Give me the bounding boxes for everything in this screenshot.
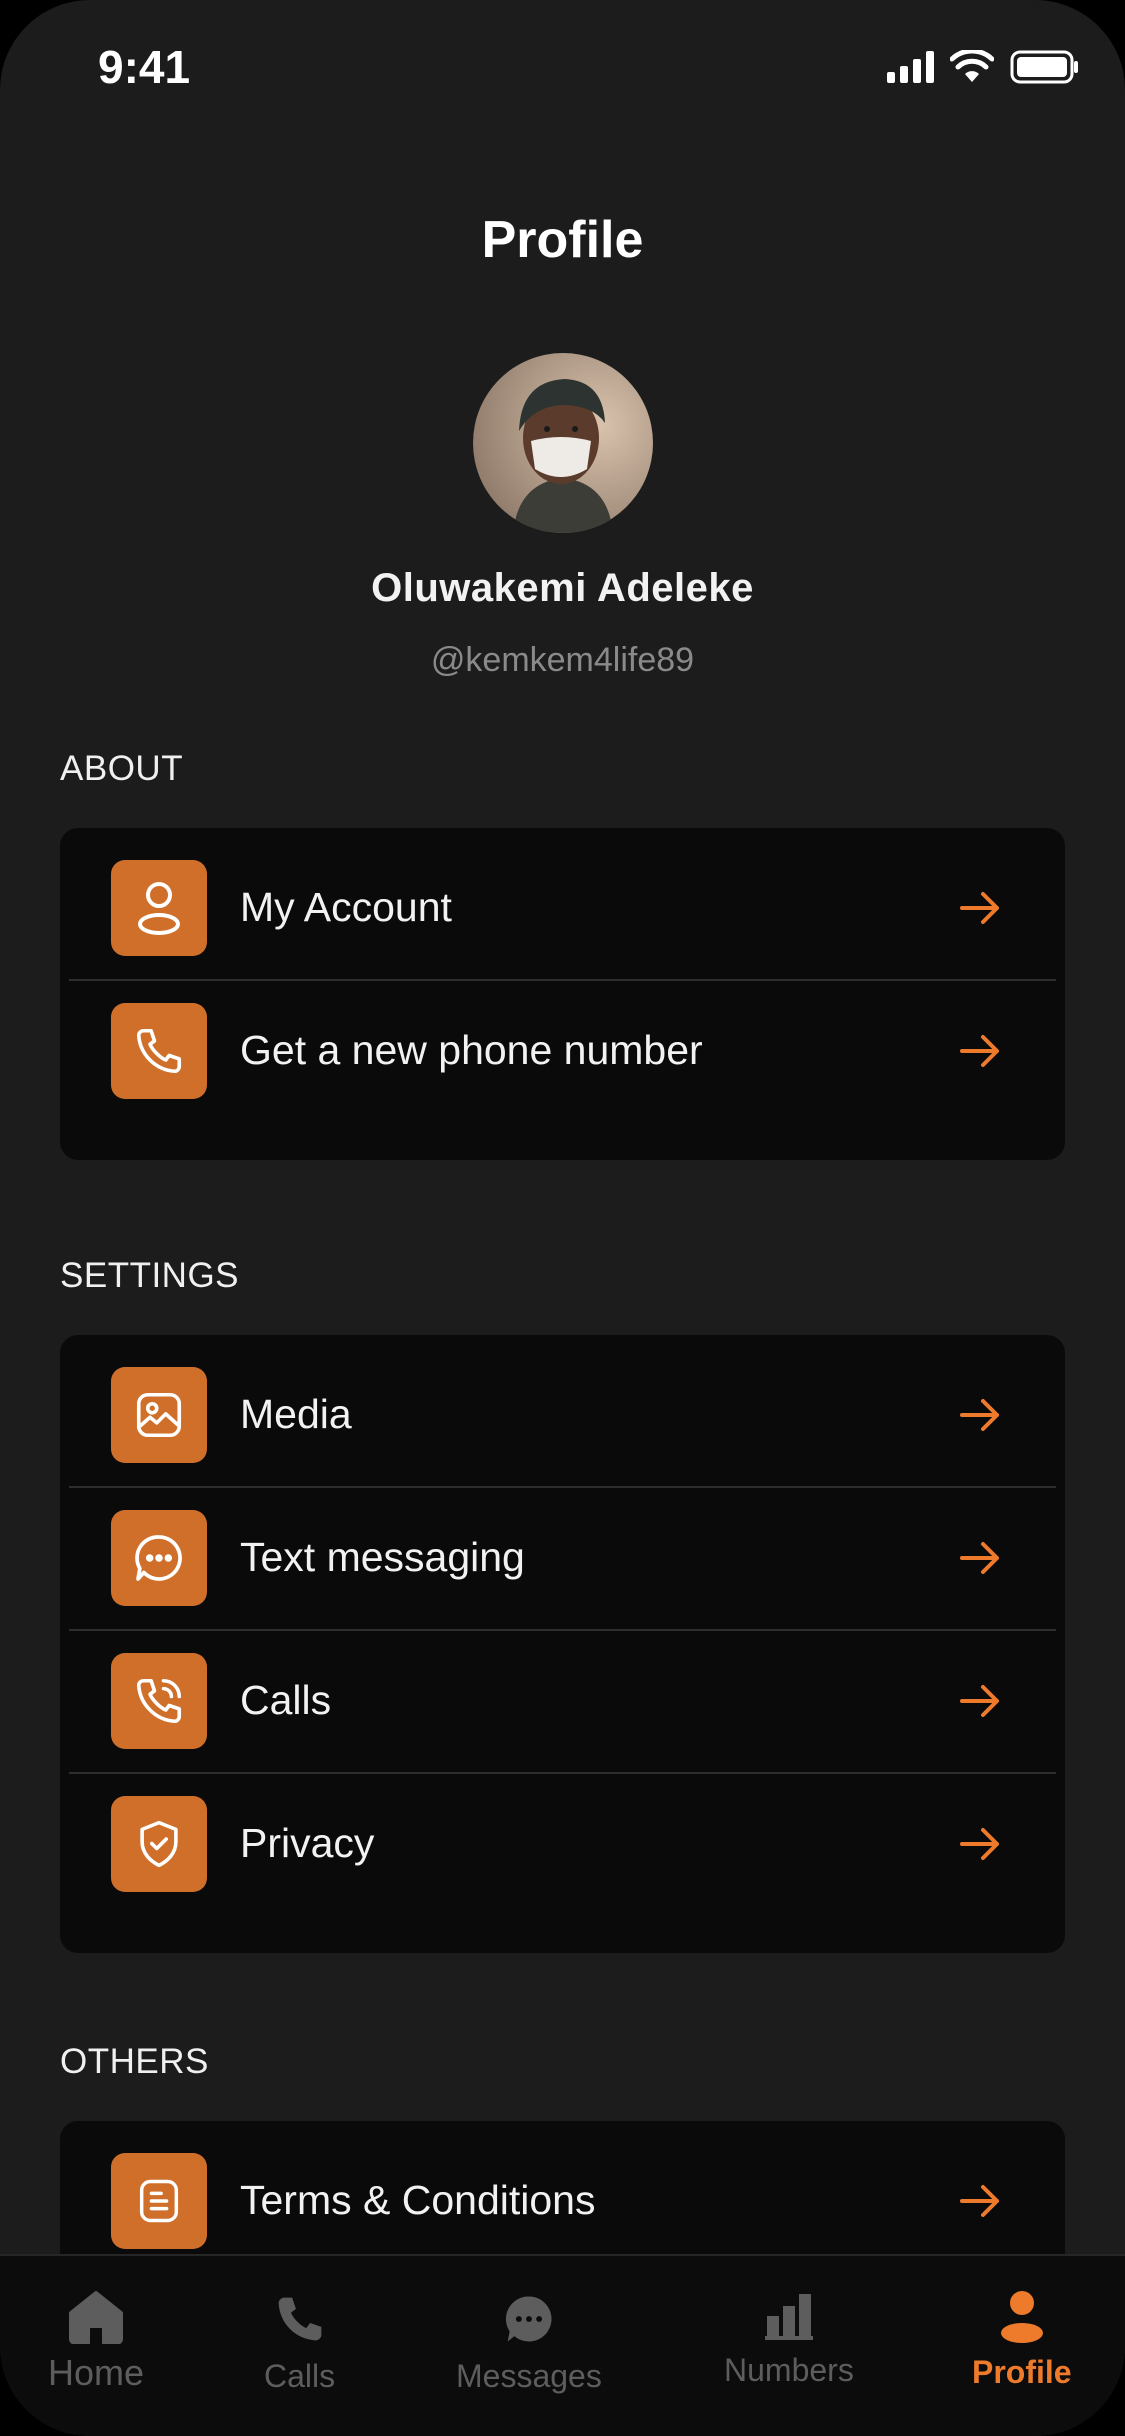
wifi-icon [950,50,994,82]
menu-item-label: Privacy [240,1820,375,1866]
tab-messages[interactable]: Messages [456,2292,602,2395]
cellular-signal-icon [887,51,934,83]
menu-item-media[interactable]: Media [60,1343,1065,1486]
document-icon [111,2152,207,2249]
section-label-others: OTHERS [60,2042,209,2081]
menu-item-label: Text messaging [240,1534,525,1580]
tab-numbers[interactable]: Numbers [724,2292,854,2389]
arrow-right-icon [960,1541,999,1574]
page-title: Profile [481,211,644,269]
avatar[interactable] [473,353,653,533]
user-icon [111,859,207,956]
menu-item-label: Media [240,1391,352,1437]
menu-item-calls[interactable]: Calls [60,1629,1065,1772]
arrow-right-icon [960,1827,999,1860]
menu-item-label: Calls [240,1677,332,1723]
section-label-settings: SETTINGS [60,1256,240,1295]
phone-ringing-icon [111,1652,207,1749]
phone-icon [278,2297,321,2341]
shield-check-icon [111,1795,207,1892]
menu-item-my-account[interactable]: My Account [60,836,1065,979]
arrow-right-icon [960,1034,999,1067]
menu-item-label: My Account [240,884,452,930]
person-icon [1000,2291,1043,2343]
tab-bar: Home Calls Messages Numbers Profile [0,2254,1125,2436]
menu-item-label: Terms & Conditions [240,2177,596,2223]
tab-profile[interactable]: Profile [972,2290,1072,2391]
chat-bubble-icon [505,2296,552,2342]
tab-home[interactable]: Home [48,2290,144,2394]
status-icons [887,50,1080,84]
user-handle: @kemkem4life89 [430,641,695,679]
settings-card: Media Text messaging Calls Privacy [60,1335,1065,1953]
menu-item-terms-conditions[interactable]: Terms & Conditions [60,2129,1065,2272]
menu-item-label: Get a new phone number [240,1027,703,1073]
battery-icon [1010,50,1078,84]
section-label-about: ABOUT [60,749,184,788]
user-name: Oluwakemi Adeleke [371,566,754,610]
arrow-right-icon [960,2184,999,2217]
bar-chart-icon [764,2294,813,2340]
phone-icon [111,1002,207,1099]
menu-item-text-messaging[interactable]: Text messaging [60,1486,1065,1629]
menu-item-privacy[interactable]: Privacy [60,1772,1065,1915]
home-icon [69,2291,124,2344]
phone-screen: 9:41 Profile Oluwakemi Adeleke @kemkem4l… [0,0,1125,2436]
image-icon [111,1366,207,1463]
arrow-right-icon [960,1684,999,1717]
chat-bubble-icon [111,1509,207,1606]
others-card: Terms & Conditions [60,2121,1065,2272]
arrow-right-icon [960,891,999,924]
arrow-right-icon [960,1398,999,1431]
status-time: 9:41 [98,41,191,93]
menu-item-new-phone-number[interactable]: Get a new phone number [60,979,1065,1122]
tab-calls[interactable]: Calls [264,2292,335,2395]
about-card: My Account Get a new phone number [60,828,1065,1160]
